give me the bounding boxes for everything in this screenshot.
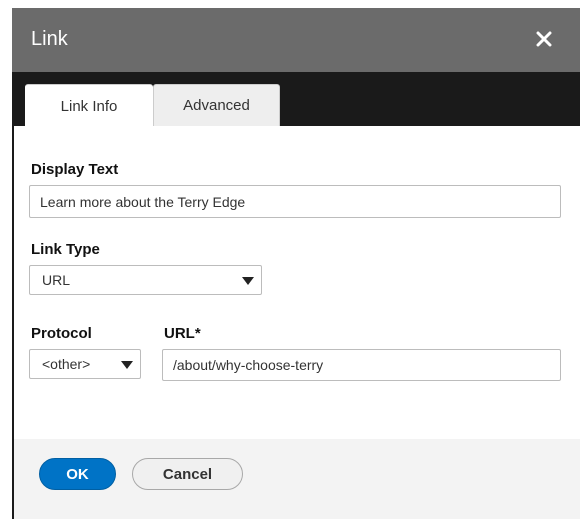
link-type-label: Link Type [31,241,100,258]
link-type-select[interactable]: URL [29,265,262,295]
close-icon[interactable] [530,25,558,53]
dialog-footer: OK Cancel [14,439,580,519]
tab-link-info[interactable]: Link Info [25,84,153,127]
protocol-select[interactable]: <other> [29,349,141,379]
url-label: URL* [164,325,201,342]
tab-advanced[interactable]: Advanced [153,84,280,126]
url-input[interactable] [162,349,561,381]
dialog-titlebar[interactable]: Link [12,8,580,72]
chevron-down-icon [121,361,133,369]
ok-button[interactable]: OK [39,458,116,490]
tab-strip: Link Info Advanced [12,72,580,127]
cancel-button[interactable]: Cancel [132,458,243,490]
link-type-value: URL [42,272,71,288]
protocol-value: <other> [42,356,91,372]
dialog-title: Link [31,28,68,50]
tab-advanced-label: Advanced [183,97,250,114]
link-info-panel: Display Text Link Type URL Protocol <oth… [14,126,580,439]
display-text-label: Display Text [31,161,119,178]
display-text-input[interactable] [29,185,561,218]
tab-link-info-label: Link Info [60,97,118,115]
protocol-label: Protocol [31,325,92,342]
link-dialog: Link Link Info Advanced Display Text Lin… [12,8,580,519]
chevron-down-icon [242,277,254,285]
